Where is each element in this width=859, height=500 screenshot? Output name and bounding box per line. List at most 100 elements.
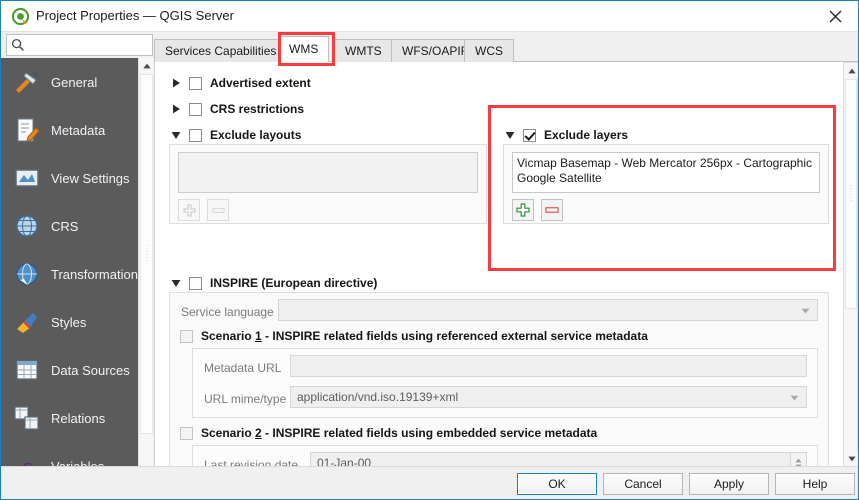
tab-wcs[interactable]: WCS <box>464 39 514 62</box>
inspire-checkbox[interactable] <box>189 276 202 290</box>
chevron-down-icon[interactable] <box>503 128 517 142</box>
url-mime-type-combo[interactable]: application/vnd.iso.19139+xml <box>290 386 807 408</box>
tab-bar: Services Capabilities WMS WMTS WFS/OAPIF WCS <box>154 36 858 62</box>
service-language-label: Service language <box>181 305 274 319</box>
search-input[interactable] <box>28 35 150 55</box>
scenario-2-row[interactable]: Scenario 2 - INSPIRE related fields usin… <box>180 424 597 442</box>
inspire-box: Service language Scenario 1 - INSPIRE re… <box>169 292 829 466</box>
sidebar-item-general[interactable]: General <box>1 58 138 106</box>
scenario-2-prefix: Scenario <box>201 426 256 440</box>
cancel-button[interactable]: Cancel <box>603 473 683 495</box>
sidebar-item-metadata[interactable]: Metadata <box>1 106 138 154</box>
exclude-layers-box: Vicmap Basemap - Web Mercator 256px - Ca… <box>503 144 829 224</box>
scenario-1-prefix: Scenario <box>201 329 256 343</box>
scenario-1-suffix: - INSPIRE related fields using reference… <box>261 329 648 343</box>
pane-scroll-thumb[interactable] <box>845 79 857 309</box>
url-mime-type-value: application/vnd.iso.19139+xml <box>297 390 459 404</box>
group-exclude-layers[interactable]: Exclude layers <box>503 126 628 144</box>
inspire-label: INSPIRE (European directive) <box>210 276 378 290</box>
advertised-extent-label: Advertised extent <box>210 76 311 90</box>
chevron-right-icon[interactable] <box>169 76 183 90</box>
scroll-grip-icon <box>850 185 852 203</box>
last-revision-date-stepper[interactable] <box>791 452 807 466</box>
sidebar-item-data-sources[interactable]: Data Sources <box>1 346 138 394</box>
scenario-2-suffix: - INSPIRE related fields using embedded … <box>261 426 598 440</box>
sidebar-scroll-thumb[interactable] <box>140 74 153 434</box>
view-settings-icon <box>12 163 42 193</box>
chevron-right-icon[interactable] <box>169 102 183 116</box>
crs-restrictions-label: CRS restrictions <box>210 102 305 116</box>
group-exclude-layouts[interactable]: Exclude layouts <box>169 126 301 144</box>
remove-layout-button[interactable] <box>207 199 229 221</box>
scenario-2-checkbox[interactable] <box>180 426 193 440</box>
scenario-1-fields: Metadata URL URL mime/type application/v… <box>192 348 818 418</box>
chevron-down-icon[interactable] <box>169 276 183 290</box>
exclude-layers-list[interactable]: Vicmap Basemap - Web Mercator 256px - Ca… <box>512 152 820 193</box>
sidebar-item-label: Styles <box>51 314 87 330</box>
scenario-1-row[interactable]: Scenario 1 - INSPIRE related fields usin… <box>180 327 648 345</box>
paintbrush-icon <box>12 307 42 337</box>
exclude-layouts-list[interactable] <box>178 152 478 193</box>
list-item[interactable]: Vicmap Basemap - Web Mercator 256px - Ca… <box>517 156 815 171</box>
sidebar-item-view-settings[interactable]: View Settings <box>1 154 138 202</box>
scenario-1-label: Scenario 1 - INSPIRE related fields usin… <box>201 329 648 343</box>
sidebar-item-label: Relations <box>51 410 106 426</box>
tab-services-capabilities[interactable]: Services Capabilities <box>154 39 288 62</box>
service-language-combo[interactable] <box>278 299 818 321</box>
content-area: Services Capabilities WMS WMTS WFS/OAPIF WCS… <box>154 32 858 467</box>
relations-icon <box>12 403 42 433</box>
sidebar-item-label: View Settings <box>51 170 130 186</box>
exclude-layouts-label: Exclude layouts <box>210 128 302 142</box>
document-edit-icon <box>12 115 42 145</box>
hammer-icon <box>12 67 42 97</box>
tab-wmts[interactable]: WMTS <box>334 39 393 62</box>
add-layer-button[interactable] <box>512 199 534 221</box>
pane-scroll-down-icon[interactable] <box>844 451 858 466</box>
help-button[interactable]: Help <box>775 473 855 495</box>
pane-scroll-up-icon[interactable] <box>844 63 858 78</box>
sidebar: General Metadata View Settings CRS Transform… <box>1 58 138 499</box>
exclude-layouts-box <box>169 144 487 224</box>
globe-arrow-icon <box>12 259 42 289</box>
chevron-down-icon[interactable] <box>169 128 183 142</box>
ok-button[interactable]: OK <box>517 473 597 495</box>
project-properties-dialog: Project Properties — QGIS Server General… <box>0 0 859 500</box>
table-icon <box>12 355 42 385</box>
crs-restrictions-checkbox[interactable] <box>189 102 202 116</box>
last-revision-date-field[interactable]: 01-Jan-00 <box>310 452 791 466</box>
advertised-extent-checkbox[interactable] <box>189 76 202 90</box>
tab-wms[interactable]: WMS <box>278 36 330 62</box>
sidebar-item-crs[interactable]: CRS <box>1 202 138 250</box>
group-inspire[interactable]: INSPIRE (European directive) <box>169 274 377 292</box>
metadata-url-label: Metadata URL <box>204 361 282 375</box>
metadata-url-field[interactable] <box>290 355 807 377</box>
sidebar-scroll-up-icon[interactable] <box>139 58 154 73</box>
scroll-grip-icon <box>146 245 147 263</box>
search-box[interactable] <box>6 34 153 56</box>
exclude-layers-checkbox[interactable] <box>523 128 536 142</box>
scenario-2-fields: Last revision date 01-Jan-00 <box>192 445 818 466</box>
sidebar-item-transformations[interactable]: Transformations <box>1 250 138 298</box>
search-icon <box>11 38 25 52</box>
list-item[interactable]: Google Satellite <box>517 171 815 186</box>
remove-layer-button[interactable] <box>541 199 563 221</box>
apply-button[interactable]: Apply <box>689 473 769 495</box>
window-title: Project Properties — QGIS Server <box>36 8 234 23</box>
titlebar: Project Properties — QGIS Server <box>1 1 858 32</box>
sidebar-scrollbar[interactable] <box>138 58 154 499</box>
globe-icon <box>12 211 42 241</box>
add-layout-button[interactable] <box>178 199 200 221</box>
sidebar-item-styles[interactable]: Styles <box>1 298 138 346</box>
group-advertised-extent[interactable]: Advertised extent <box>169 74 311 92</box>
group-crs-restrictions[interactable]: CRS restrictions <box>169 100 304 118</box>
pane-scrollbar[interactable] <box>843 62 858 467</box>
sidebar-item-relations[interactable]: Relations <box>1 394 138 442</box>
sidebar-item-label: CRS <box>51 218 79 234</box>
close-icon[interactable] <box>812 1 858 31</box>
chevron-down-icon <box>790 390 799 404</box>
exclude-layouts-checkbox[interactable] <box>189 128 202 142</box>
qgis-logo-icon <box>11 7 30 26</box>
scenario-1-checkbox[interactable] <box>180 329 193 343</box>
sidebar-item-label: General <box>51 74 98 90</box>
exclude-layers-label: Exclude layers <box>544 128 629 142</box>
